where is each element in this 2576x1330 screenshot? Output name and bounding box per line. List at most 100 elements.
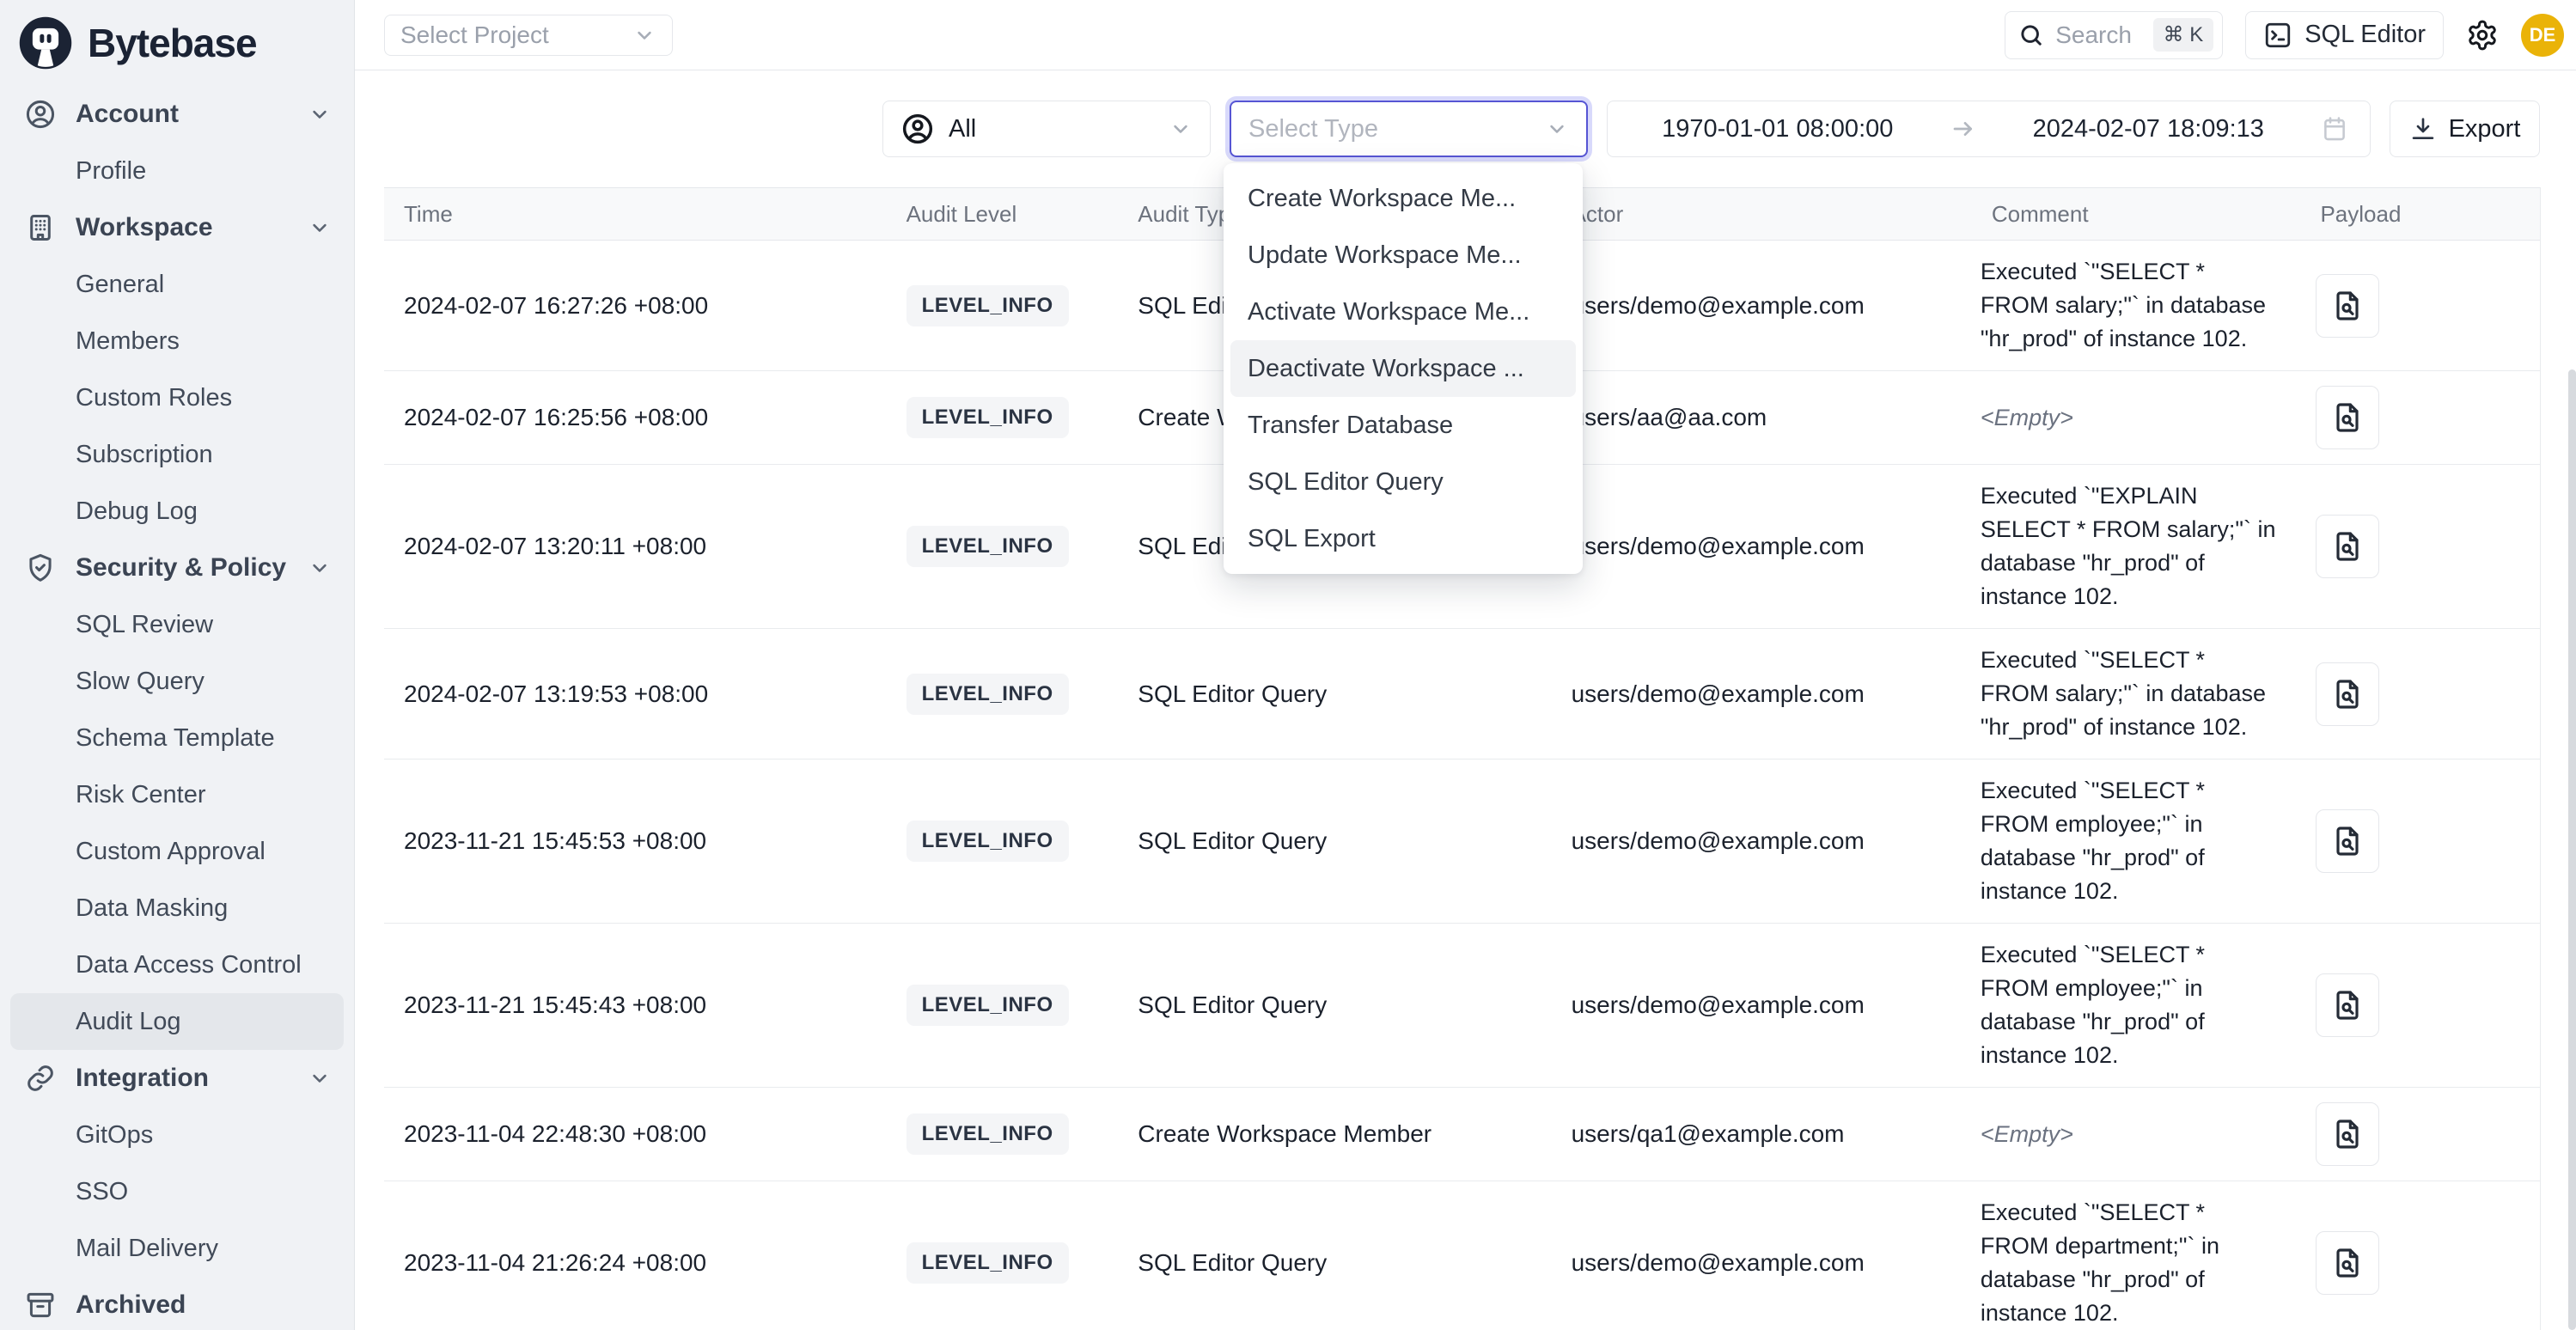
sidebar-item[interactable]: Subscription bbox=[10, 426, 344, 483]
column-header-actor: Actor bbox=[1552, 201, 1972, 228]
level-badge: LEVEL_INFO bbox=[906, 674, 1069, 715]
audit-level-cell: LEVEL_INFO bbox=[887, 397, 1119, 438]
audit-type-cell: SQL Editor Query bbox=[1118, 991, 1551, 1019]
audit-type-cell: SQL Editor Query bbox=[1118, 1249, 1551, 1277]
avatar[interactable]: DE bbox=[2521, 14, 2564, 57]
type-option[interactable]: Deactivate Workspace ... bbox=[1230, 340, 1576, 397]
column-header-time: Time bbox=[384, 201, 887, 228]
sidebar-item[interactable]: Slow Query bbox=[10, 653, 344, 710]
sidebar-item[interactable]: Data Masking bbox=[10, 880, 344, 936]
sidebar-item[interactable]: Audit Log bbox=[10, 993, 344, 1050]
date-range-picker[interactable]: 1970-01-01 08:00:00 2024-02-07 18:09:13 bbox=[1607, 101, 2371, 157]
view-payload-button[interactable] bbox=[2316, 1231, 2379, 1295]
calendar-icon bbox=[2320, 114, 2349, 143]
search-icon bbox=[2017, 21, 2045, 49]
sidebar-item[interactable]: SSO bbox=[10, 1163, 344, 1220]
comment-cell: Executed `"SELECT * FROM department;"` i… bbox=[1972, 1196, 2301, 1330]
sidebar-group-security: SQL ReviewSlow QuerySchema TemplateRisk … bbox=[10, 596, 344, 1050]
time-cell: 2024-02-07 13:20:11 +08:00 bbox=[384, 533, 887, 560]
sidebar-item[interactable]: Debug Log bbox=[10, 483, 344, 540]
time-cell: 2023-11-04 21:26:24 +08:00 bbox=[384, 1249, 887, 1277]
level-badge: LEVEL_INFO bbox=[906, 397, 1069, 438]
view-payload-button[interactable] bbox=[2316, 1102, 2379, 1166]
time-cell: 2024-02-07 16:27:26 +08:00 bbox=[384, 292, 887, 320]
table-row: 2023-11-04 21:26:24 +08:00 LEVEL_INFO SQ… bbox=[384, 1181, 2540, 1330]
sidebar-item[interactable]: Risk Center bbox=[10, 766, 344, 823]
type-option[interactable]: SQL Export bbox=[1230, 510, 1576, 567]
comment-cell: Executed `"SELECT * FROM employee;"` in … bbox=[1972, 938, 2301, 1072]
sidebar-item[interactable]: Members bbox=[10, 313, 344, 369]
sidebar-group-integration: GitOpsSSOMail Delivery bbox=[10, 1107, 344, 1277]
type-option[interactable]: Update Workspace Me... bbox=[1230, 227, 1576, 284]
sidebar-section-account[interactable]: Account bbox=[10, 86, 344, 143]
gear-icon[interactable] bbox=[2466, 19, 2499, 52]
date-to-value[interactable]: 2024-02-07 18:09:13 bbox=[1999, 115, 2298, 143]
arrow-right-icon bbox=[1950, 115, 1977, 143]
sidebar-section-label: Integration bbox=[76, 1064, 209, 1093]
time-cell: 2024-02-07 13:19:53 +08:00 bbox=[384, 680, 887, 708]
date-from-value[interactable]: 1970-01-01 08:00:00 bbox=[1628, 115, 1927, 143]
sidebar-item[interactable]: Custom Approval bbox=[10, 823, 344, 880]
type-option[interactable]: Create Workspace Me... bbox=[1230, 170, 1576, 227]
type-option[interactable]: Transfer Database bbox=[1230, 397, 1576, 454]
column-header-payload: Payload bbox=[2300, 201, 2539, 228]
sidebar-item[interactable]: GitOps bbox=[10, 1107, 344, 1163]
sql-editor-button[interactable]: SQL Editor bbox=[2245, 11, 2444, 59]
type-filter-dropdown[interactable]: Select Type bbox=[1230, 101, 1588, 157]
table-row: 2023-11-04 22:48:30 +08:00 LEVEL_INFO Cr… bbox=[384, 1088, 2540, 1181]
view-payload-button[interactable] bbox=[2316, 274, 2379, 338]
vertical-scrollbar[interactable] bbox=[2568, 369, 2576, 1330]
sidebar-section-label: Security & Policy bbox=[76, 553, 286, 583]
sidebar-group-workspace: GeneralMembersCustom RolesSubscriptionDe… bbox=[10, 256, 344, 540]
sidebar-item[interactable]: Mail Delivery bbox=[10, 1220, 344, 1277]
audit-level-cell: LEVEL_INFO bbox=[887, 526, 1119, 567]
time-cell: 2023-11-21 15:45:53 +08:00 bbox=[384, 827, 887, 855]
search-input[interactable]: Search ⌘ K bbox=[2005, 11, 2223, 59]
sidebar-item[interactable]: Profile bbox=[10, 143, 344, 199]
file-search-icon bbox=[2330, 289, 2365, 323]
user-circle-icon bbox=[24, 98, 57, 131]
export-button[interactable]: Export bbox=[2390, 101, 2540, 157]
brand-logo[interactable]: Bytebase bbox=[10, 0, 344, 86]
level-badge: LEVEL_INFO bbox=[906, 1113, 1069, 1155]
sidebar-section-workspace[interactable]: Workspace bbox=[10, 199, 344, 256]
actor-cell: users/demo@example.com bbox=[1552, 292, 1972, 320]
actor-filter-dropdown[interactable]: All bbox=[882, 101, 1211, 157]
file-search-icon bbox=[2330, 1246, 2365, 1280]
view-payload-button[interactable] bbox=[2316, 662, 2379, 726]
building-icon bbox=[24, 211, 57, 244]
sidebar-section-integration[interactable]: Integration bbox=[10, 1050, 344, 1107]
sidebar-section-archived[interactable]: Archived bbox=[10, 1277, 344, 1330]
type-dropdown-menu: Create Workspace Me...Update Workspace M… bbox=[1224, 163, 1583, 574]
time-cell: 2024-02-07 16:25:56 +08:00 bbox=[384, 404, 887, 431]
topbar: Select Project Search ⌘ K SQL bbox=[355, 0, 2576, 70]
time-cell: 2023-11-04 22:48:30 +08:00 bbox=[384, 1120, 887, 1148]
file-search-icon bbox=[2330, 1117, 2365, 1151]
payload-cell bbox=[2300, 1102, 2539, 1166]
chevron-down-icon bbox=[1169, 117, 1193, 141]
view-payload-button[interactable] bbox=[2316, 973, 2379, 1037]
sidebar-item[interactable]: Schema Template bbox=[10, 710, 344, 766]
column-header-comment: Comment bbox=[1972, 201, 2301, 228]
sidebar-item[interactable]: Data Access Control bbox=[10, 936, 344, 993]
level-badge: LEVEL_INFO bbox=[906, 526, 1069, 567]
chevron-down-icon bbox=[308, 556, 332, 580]
type-option[interactable]: Activate Workspace Me... bbox=[1230, 284, 1576, 340]
actor-cell: users/demo@example.com bbox=[1552, 533, 1972, 560]
view-payload-button[interactable] bbox=[2316, 809, 2379, 873]
payload-cell bbox=[2300, 1231, 2539, 1295]
sidebar-section-security[interactable]: Security & Policy bbox=[10, 540, 344, 596]
payload-cell bbox=[2300, 809, 2539, 873]
view-payload-button[interactable] bbox=[2316, 515, 2379, 578]
shield-check-icon bbox=[24, 552, 57, 584]
type-option[interactable]: SQL Editor Query bbox=[1230, 454, 1576, 510]
column-header-audit-level: Audit Level bbox=[887, 201, 1119, 228]
sidebar-item[interactable]: General bbox=[10, 256, 344, 313]
sidebar-item[interactable]: Custom Roles bbox=[10, 369, 344, 426]
file-search-icon bbox=[2330, 824, 2365, 858]
chevron-down-icon bbox=[308, 102, 332, 126]
view-payload-button[interactable] bbox=[2316, 386, 2379, 449]
select-project-dropdown[interactable]: Select Project bbox=[384, 15, 673, 56]
sidebar-group-account: Profile bbox=[10, 143, 344, 199]
sidebar-item[interactable]: SQL Review bbox=[10, 596, 344, 653]
